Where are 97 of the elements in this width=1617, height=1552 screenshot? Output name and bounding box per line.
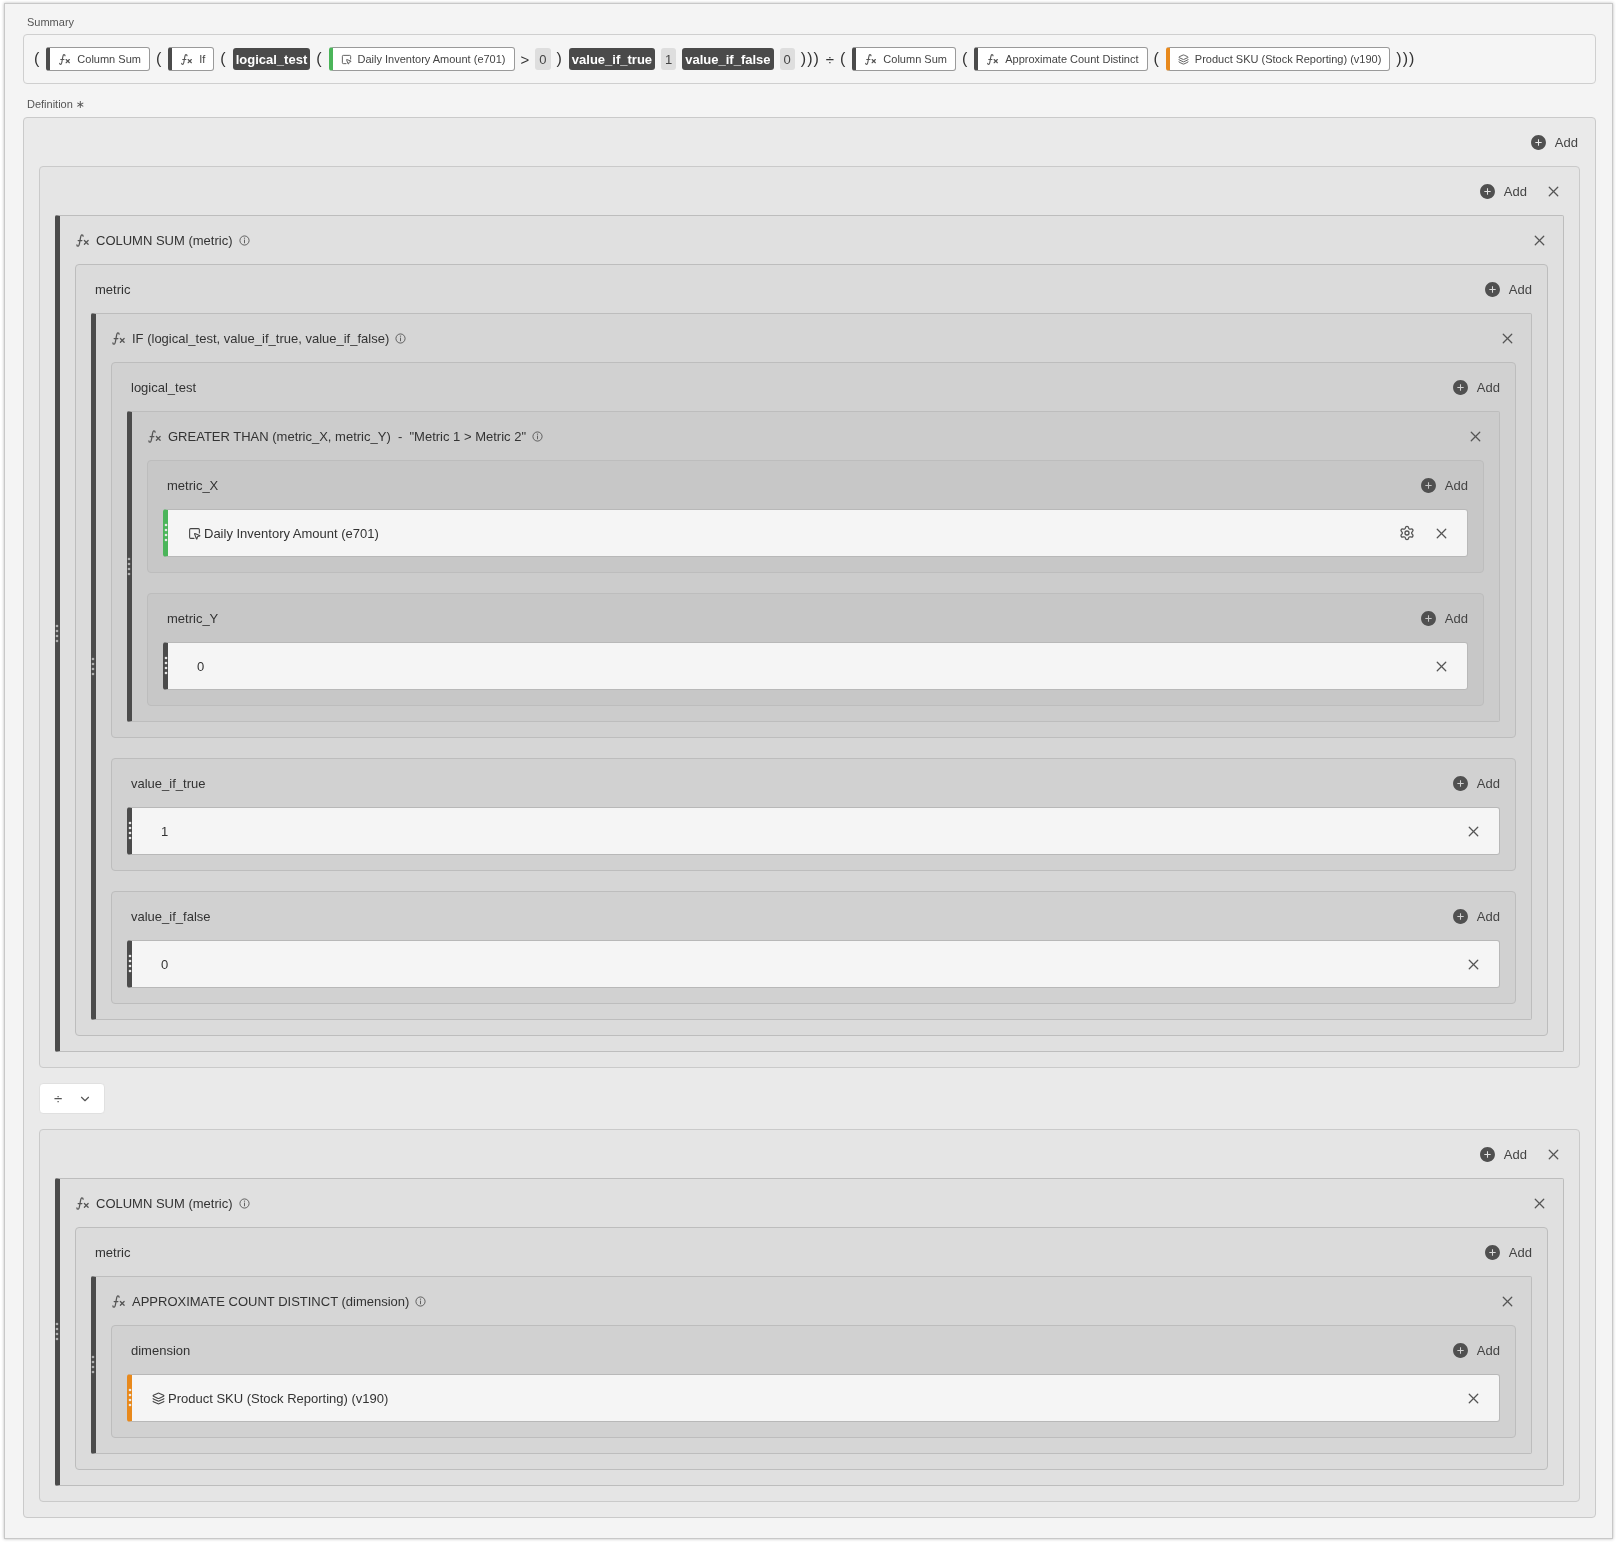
add-button[interactable]: Add (1483, 1243, 1532, 1261)
argument-label: value_if_false (682, 48, 774, 70)
argument-label: logical_test (232, 48, 311, 70)
drag-handle-icon[interactable] (91, 1355, 95, 1375)
add-button[interactable]: Add (1478, 182, 1527, 200)
function-chip: Approximate Count Distinct (974, 47, 1148, 71)
function-icon (864, 52, 878, 66)
number-value: 0 (535, 48, 551, 70)
add-button[interactable]: Add (1451, 378, 1500, 396)
plus-icon (1419, 476, 1437, 494)
parameter-label: dimension (130, 1342, 191, 1358)
plus-icon (1529, 133, 1547, 151)
item-label: 0 (196, 658, 205, 674)
drag-handle-icon[interactable] (128, 821, 132, 841)
parameter-label: metric_Y (166, 610, 219, 626)
parenthesis: ( (34, 50, 41, 68)
plus-icon (1451, 774, 1469, 792)
add-button[interactable]: Add (1529, 133, 1578, 151)
function-name: COLUMN SUM (metric) (96, 232, 233, 248)
item-label: 1 (160, 823, 169, 839)
add-button[interactable]: Add (1451, 907, 1500, 925)
number-value: 1 (661, 48, 677, 70)
add-button[interactable]: Add (1419, 609, 1468, 627)
function-chip: If (168, 47, 215, 71)
number-value: 0 (779, 48, 795, 70)
plus-icon (1451, 907, 1469, 925)
function-icon (180, 52, 194, 66)
function-chip: Column Sum (852, 47, 956, 71)
function-name: APPROXIMATE COUNT DISTINCT (dimension) (132, 1293, 410, 1309)
parameter-label: metric (94, 281, 131, 297)
add-button[interactable]: Add (1483, 280, 1532, 298)
plus-icon (1451, 1341, 1469, 1359)
parenthesis: ( (220, 50, 227, 68)
function-chip: Column Sum (46, 47, 150, 71)
drag-handle-icon[interactable] (91, 656, 95, 677)
parenthesis: ))) (1396, 50, 1416, 68)
layers-icon (152, 1391, 165, 1405)
parenthesis: ( (1153, 50, 1160, 68)
drag-handle-icon[interactable] (128, 1388, 132, 1408)
parenthesis: ( (316, 50, 323, 68)
function-name: COLUMN SUM (metric) (96, 1195, 233, 1211)
function-name: GREATER THAN (metric_X, metric_Y) - "Metric 1 > Metric 2" (168, 428, 526, 444)
item-label: Daily Inventory Amount (e701) (204, 525, 379, 541)
parameter-label: logical_test (130, 379, 197, 395)
drag-handle-icon[interactable] (127, 556, 131, 577)
plus-icon (1419, 609, 1437, 627)
operator-symbol: > (520, 50, 530, 68)
info-icon (238, 1197, 250, 1209)
function-icon (147, 428, 162, 444)
function-icon (111, 1293, 126, 1309)
function-icon (986, 52, 1000, 66)
drag-handle-icon[interactable] (164, 523, 168, 543)
cursor-box-icon (340, 53, 352, 65)
plus-icon (1478, 1145, 1496, 1163)
cursor-box-icon (188, 526, 201, 540)
parenthesis: ) (556, 50, 563, 68)
section-label: Definition (27, 98, 73, 111)
add-button[interactable]: Add (1451, 1341, 1500, 1359)
operator-symbol: ÷ (825, 50, 834, 68)
argument-label: value_if_true (568, 48, 656, 70)
item-label: 0 (160, 956, 169, 972)
info-icon (415, 1295, 427, 1307)
dimension-chip: Product SKU (Stock Reporting) (v190) (1165, 47, 1391, 71)
parameter-label: metric_X (166, 477, 219, 493)
plus-icon (1483, 280, 1501, 298)
parameter-label: metric (94, 1244, 131, 1260)
info-icon (238, 234, 250, 246)
add-button[interactable]: Add (1419, 476, 1468, 494)
operator-dropdown[interactable]: ÷ (39, 1083, 105, 1114)
add-button[interactable]: Add (1478, 1145, 1527, 1163)
parameter-label: value_if_false (130, 908, 211, 924)
parenthesis: ( (961, 50, 969, 68)
function-name: IF (logical_test, value_if_true, value_if_false) (132, 330, 390, 346)
item-label: Product SKU (Stock Reporting) (v190) (168, 1390, 389, 1406)
drag-handle-icon[interactable] (55, 1322, 59, 1342)
parenthesis: ))) (800, 50, 820, 68)
section-label: Summary (27, 16, 75, 28)
parenthesis: ( (840, 50, 847, 68)
plus-icon (1478, 182, 1496, 200)
layers-icon (1177, 53, 1189, 65)
drag-handle-icon[interactable] (128, 954, 132, 974)
info-icon (395, 332, 407, 344)
info-icon (532, 430, 543, 442)
settings-button[interactable] (1399, 525, 1415, 541)
plus-icon (1483, 1243, 1501, 1261)
drag-handle-icon[interactable] (55, 623, 59, 644)
function-icon (111, 330, 126, 346)
parameter-label: value_if_true (130, 775, 206, 791)
parenthesis: ( (155, 50, 163, 68)
add-button[interactable]: Add (1451, 774, 1500, 792)
metric-chip: Daily Inventory Amount (e701) (328, 47, 515, 71)
required-mark: ∗ (75, 98, 86, 111)
drag-handle-icon[interactable] (164, 656, 168, 676)
function-icon (75, 1195, 90, 1211)
function-icon (75, 232, 90, 248)
function-icon (58, 52, 72, 66)
plus-icon (1451, 378, 1469, 396)
